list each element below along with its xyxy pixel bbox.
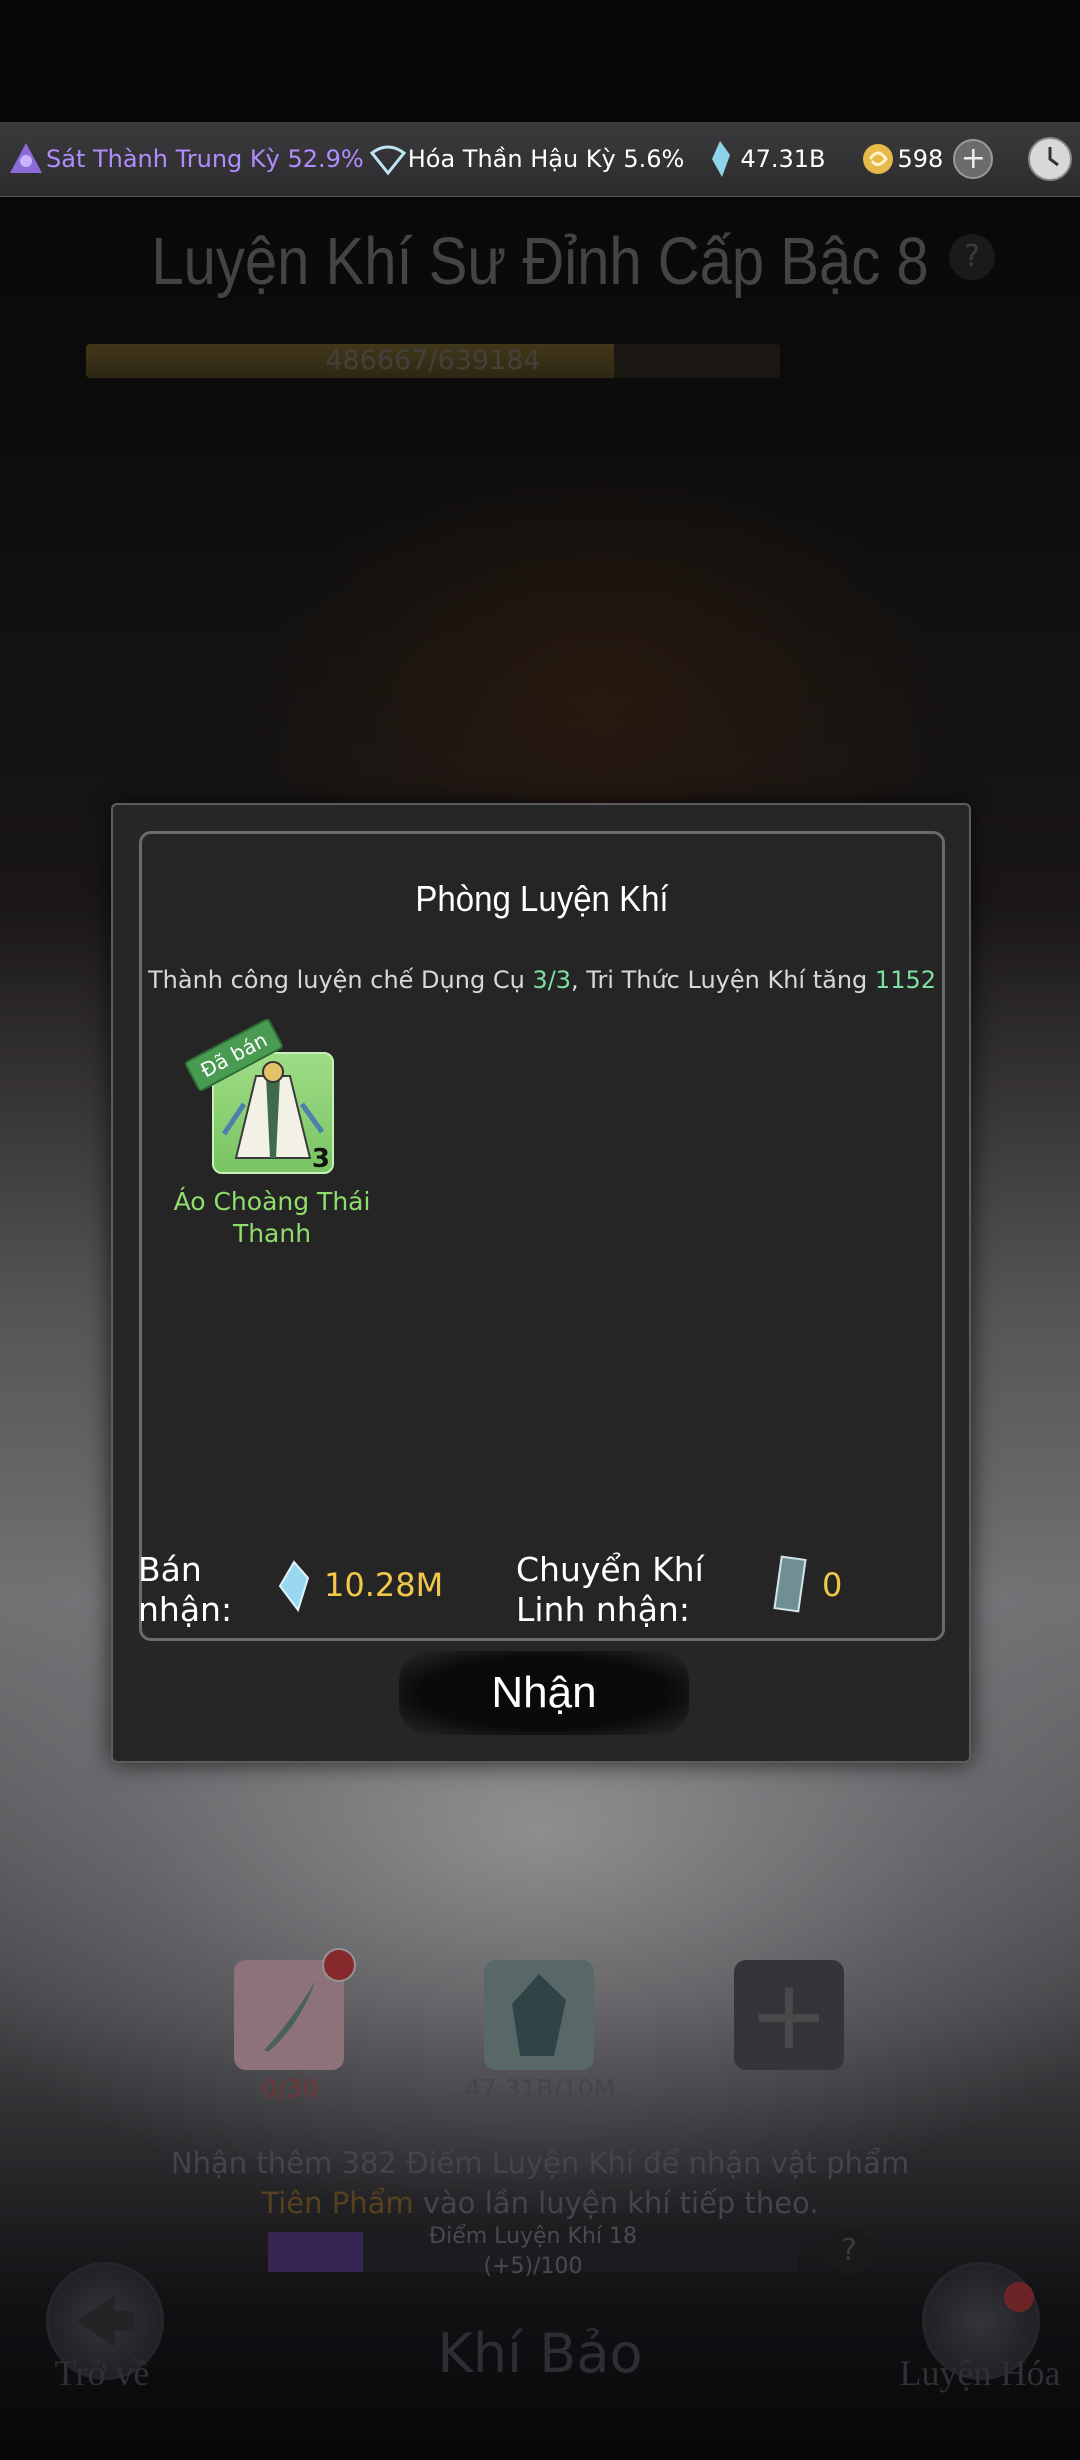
item-quantity: 3 <box>311 1144 330 1174</box>
fan-icon <box>368 139 408 179</box>
item-card[interactable]: 3 Đã bán <box>183 1017 334 1174</box>
msg-value: 1152 <box>874 966 936 994</box>
talisman-icon <box>773 1555 807 1613</box>
realm2-group[interactable]: Hóa Thần Hậu Kỳ 5.6% <box>368 139 685 179</box>
realm1-group[interactable]: Sát Thành Trung Kỳ 52.9% <box>6 139 364 179</box>
clock-icon <box>1028 137 1072 181</box>
crystal-currency[interactable]: 47.31B <box>700 139 826 179</box>
rewards-row: Bán nhận: 10.28M Chuyển Khí Linh nhận: 0 <box>138 1550 942 1634</box>
transfer-label: Chuyển Khí Linh nhận: <box>516 1550 704 1629</box>
transfer-value: 0 <box>822 1566 843 1604</box>
msg-count: 3/3 <box>532 966 572 994</box>
add-coins-button[interactable]: + <box>953 139 994 179</box>
realm1-text: Sát Thành Trung Kỳ 52.9% <box>46 145 364 173</box>
plus-icon: + <box>953 139 994 179</box>
dialog-content-panel: Phòng Luyện Khí Thành công luyện chế Dụn… <box>138 831 945 1641</box>
top-status-bar: Sát Thành Trung Kỳ 52.9% Hóa Thần Hậu Kỳ… <box>0 122 1080 197</box>
realm2-text: Hóa Thần Hậu Kỳ 5.6% <box>407 145 685 173</box>
crystal-amount: 47.31B <box>740 145 826 173</box>
dialog-message: Thành công luyện chế Dụng Cụ 3/3, Tri Th… <box>142 966 942 994</box>
clock-button[interactable] <box>1028 137 1072 181</box>
crystal-icon <box>700 139 740 179</box>
sell-value: 10.28M <box>324 1566 444 1604</box>
coin-currency[interactable]: 598 <box>858 139 944 179</box>
item-name: Áo Choàng Thái Thanh <box>173 1187 371 1248</box>
realm-crown-icon <box>6 139 46 179</box>
dialog-title: Phòng Luyện Khí <box>415 878 669 919</box>
sell-label: Bán nhận: <box>138 1550 233 1629</box>
msg-middle: , Tri Thức Luyện Khí tăng <box>571 966 875 994</box>
msg-prefix: Thành công luyện chế Dụng Cụ <box>147 966 533 994</box>
crystal-icon <box>278 1560 310 1612</box>
spiral-coin-icon <box>858 139 898 179</box>
confirm-button[interactable]: Nhận <box>399 1651 689 1735</box>
coin-amount: 598 <box>897 145 944 173</box>
forge-result-dialog: Phòng Luyện Khí Thành công luyện chế Dụn… <box>111 803 971 1763</box>
